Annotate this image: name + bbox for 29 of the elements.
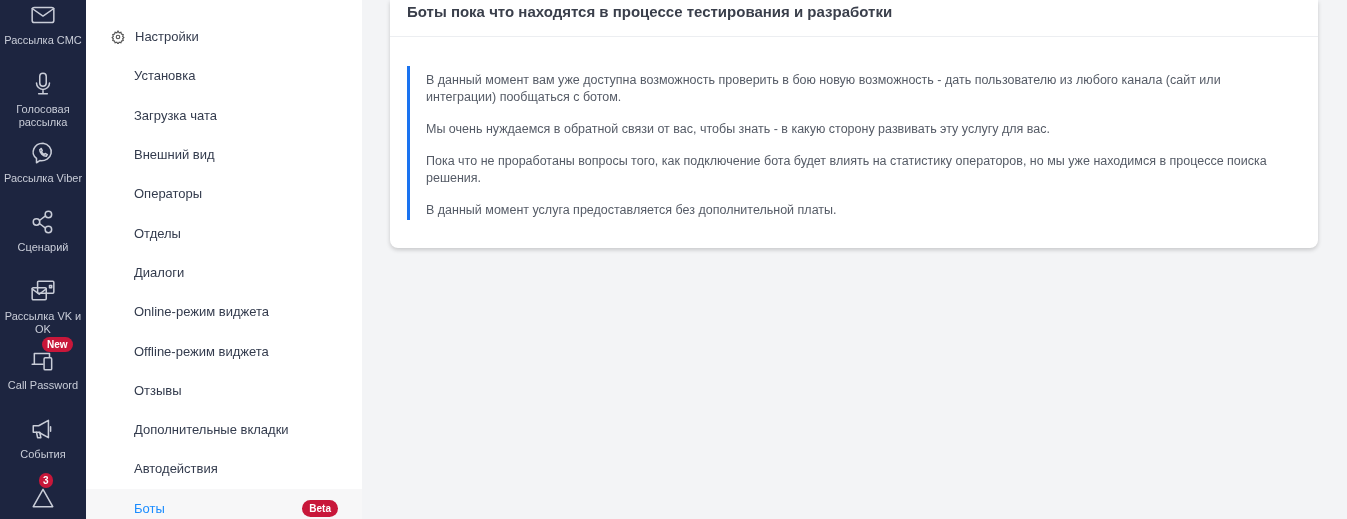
sidebar-item[interactable]: Боты Beta xyxy=(86,488,362,519)
sidebar-item[interactable]: Внешний вид xyxy=(86,134,362,175)
paragraph: В данный момент услуга предоставляется без дополнительной платы. xyxy=(426,202,838,219)
sidebar-item[interactable]: Загрузка чата xyxy=(86,95,362,135)
sidebar-item[interactable]: Настройки xyxy=(86,17,362,57)
sidebar-item[interactable]: Отзывы xyxy=(86,370,362,410)
sidebar-item[interactable]: Операторы xyxy=(86,174,362,214)
card-title: Боты пока что находятся в процессе тестирования и разработки xyxy=(390,0,1318,37)
nav-label[interactable]: Рассылка VK и OK xyxy=(0,310,86,336)
sidebar-item[interactable]: Отделы xyxy=(86,213,362,253)
paragraph: Мы очень нуждаемся в обратной связи от вас, чтобы знать - в какую сторону развивать эту услугу для вас. xyxy=(426,121,1051,138)
sidebar-item[interactable]: Установка xyxy=(86,56,362,96)
sidebar-item[interactable]: Автодействия xyxy=(86,449,362,489)
notification-badge: New xyxy=(42,337,73,352)
beta-badge: Beta xyxy=(302,499,338,517)
nav-label[interactable]: Рассылка Viber xyxy=(1,172,85,185)
sidebar-item[interactable]: Offline-режим виджета xyxy=(86,331,362,371)
sidebar-item[interactable]: Online-режим виджета xyxy=(86,292,362,332)
nav-label[interactable]: Call Password xyxy=(5,379,81,392)
nav-label[interactable]: Сценарий xyxy=(15,241,71,254)
nav-label[interactable]: Рассылка СМС xyxy=(2,34,84,47)
paragraph: Пока что не проработаны вопросы того, как подключение бота будет влиять на статистику операторов, но мы уже находимся в процессе поиска решения. xyxy=(426,153,1268,187)
settings-icon xyxy=(111,29,125,44)
sidebar-item[interactable]: Дополнительные вкладки xyxy=(86,409,362,450)
notification-badge: 3 xyxy=(39,473,53,488)
paragraph: В данный момент вам уже доступна возможность проверить в бою новую возможность - дать пользователю из любого канала (сайт или интеграции) пообщаться с ботом. xyxy=(426,72,1222,106)
nav-label[interactable]: Голосовая рассылка xyxy=(0,103,86,129)
nav-label[interactable]: События xyxy=(18,448,68,461)
sidebar-item[interactable]: Диалоги xyxy=(86,252,362,293)
